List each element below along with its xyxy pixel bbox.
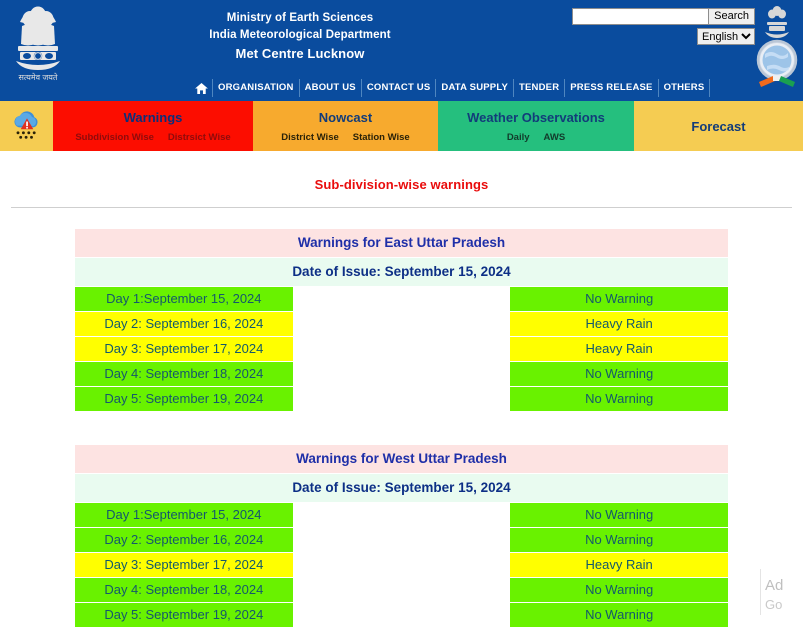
table-header-row: Warnings for West Uttar Pradesh bbox=[75, 445, 728, 473]
tab-warnings[interactable]: Warnings Subdivision Wise Distrsict Wise bbox=[53, 101, 253, 151]
warning-label: No Warning bbox=[510, 503, 728, 527]
nav-item-others[interactable]: OTHERS bbox=[659, 79, 711, 97]
day-label: Day 2: September 16, 2024 bbox=[75, 312, 293, 336]
table-date-row: Date of Issue: September 15, 2024 bbox=[75, 258, 728, 286]
nav-item-tender[interactable]: TENDER bbox=[514, 79, 566, 97]
tab-nowcast[interactable]: Nowcast District Wise Station Wise bbox=[253, 101, 438, 151]
top-navigation: ORGANISATION ABOUT US CONTACT US DATA SU… bbox=[190, 78, 711, 98]
warning-cloud-icon bbox=[0, 101, 53, 151]
column-separator bbox=[292, 603, 511, 627]
day-label: Day 3: September 17, 2024 bbox=[75, 553, 293, 577]
page-title: Sub-division-wise warnings bbox=[314, 177, 489, 192]
column-separator bbox=[292, 528, 511, 552]
table-row: Day 2: September 16, 2024 Heavy Rain bbox=[75, 312, 728, 336]
ad-frame[interactable]: Ad Go bbox=[760, 569, 803, 615]
tab-forecast-title: Forecast bbox=[691, 118, 746, 134]
column-separator bbox=[292, 337, 511, 361]
tab-weather-observations-sublinks: Daily AWS bbox=[507, 132, 565, 143]
table-row: Day 5: September 19, 2024 No Warning bbox=[75, 387, 728, 411]
tab-warnings-title: Warnings bbox=[123, 110, 183, 125]
title-divider bbox=[11, 207, 792, 208]
day-label: Day 5: September 19, 2024 bbox=[75, 387, 293, 411]
tab-nowcast-sublinks: District Wise Station Wise bbox=[281, 132, 409, 143]
ad-label-line2: Go bbox=[765, 597, 783, 612]
warning-label: Heavy Rain bbox=[510, 312, 728, 336]
day-label: Day 4: September 18, 2024 bbox=[75, 578, 293, 602]
section-tab-bar: Warnings Subdivision Wise Distrsict Wise… bbox=[0, 101, 803, 151]
tab-nowcast-title: Nowcast bbox=[318, 110, 373, 125]
warnings-table-west-uttar-pradesh: Warnings for West Uttar Pradesh Date of … bbox=[75, 444, 728, 628]
centre-name: Met Centre Lucknow bbox=[235, 46, 365, 61]
table-row: Day 4: September 18, 2024 No Warning bbox=[75, 362, 728, 386]
tab-observations-daily[interactable]: Daily bbox=[507, 132, 530, 143]
column-separator bbox=[292, 503, 511, 527]
tab-warnings-district-wise[interactable]: Distrsict Wise bbox=[168, 132, 231, 143]
table-date-row: Date of Issue: September 15, 2024 bbox=[75, 474, 728, 502]
nav-item-data-supply[interactable]: DATA SUPPLY bbox=[436, 79, 514, 97]
tab-weather-observations[interactable]: Weather Observations Daily AWS bbox=[438, 101, 634, 151]
table-row: Day 1:September 15, 2024 No Warning bbox=[75, 287, 728, 311]
date-of-issue: Date of Issue: September 15, 2024 bbox=[75, 258, 728, 286]
table-row: Day 1:September 15, 2024 No Warning bbox=[75, 503, 728, 527]
search-input[interactable] bbox=[572, 8, 710, 25]
search-row: Search bbox=[572, 8, 755, 25]
nav-item-contact-us[interactable]: CONTACT US bbox=[362, 79, 437, 97]
table-row: Day 4: September 18, 2024 No Warning bbox=[75, 578, 728, 602]
national-emblem-ashoka-icon: सत्यमेव जयते bbox=[8, 2, 68, 92]
column-separator bbox=[292, 362, 511, 386]
column-separator bbox=[292, 553, 511, 577]
imd-logo-icon bbox=[755, 2, 799, 97]
day-label: Day 4: September 18, 2024 bbox=[75, 362, 293, 386]
warning-label: No Warning bbox=[510, 603, 728, 627]
tab-observations-aws[interactable]: AWS bbox=[544, 132, 566, 143]
day-label: Day 5: September 19, 2024 bbox=[75, 603, 293, 627]
warning-label: No Warning bbox=[510, 578, 728, 602]
home-icon[interactable] bbox=[190, 79, 213, 97]
nav-item-organisation[interactable]: ORGANISATION bbox=[213, 79, 300, 97]
warning-label: No Warning bbox=[510, 387, 728, 411]
warning-label: No Warning bbox=[510, 362, 728, 386]
search-button[interactable]: Search bbox=[709, 8, 755, 25]
table-row: Day 2: September 16, 2024 No Warning bbox=[75, 528, 728, 552]
tab-forecast[interactable]: Forecast bbox=[634, 101, 803, 151]
warning-label: No Warning bbox=[510, 528, 728, 552]
site-header: सत्यमेव जयते Ministry of Earth Sciences … bbox=[0, 0, 803, 101]
date-of-issue: Date of Issue: September 15, 2024 bbox=[75, 474, 728, 502]
tab-warnings-sublinks: Subdivision Wise Distrsict Wise bbox=[75, 132, 230, 143]
table-title: Warnings for West Uttar Pradesh bbox=[75, 445, 728, 473]
tab-warnings-subdivision-wise[interactable]: Subdivision Wise bbox=[75, 132, 154, 143]
column-separator bbox=[292, 387, 511, 411]
warnings-table-east-uttar-pradesh: Warnings for East Uttar Pradesh Date of … bbox=[75, 228, 728, 412]
warning-label: Heavy Rain bbox=[510, 553, 728, 577]
table-row: Day 5: September 19, 2024 No Warning bbox=[75, 603, 728, 627]
table-title: Warnings for East Uttar Pradesh bbox=[75, 229, 728, 257]
ad-label-line1: Ad bbox=[765, 577, 784, 594]
tab-nowcast-station-wise[interactable]: Station Wise bbox=[353, 132, 410, 143]
tab-weather-observations-title: Weather Observations bbox=[467, 110, 605, 125]
org-titles: Ministry of Earth Sciences India Meteoro… bbox=[110, 10, 490, 63]
nav-item-press-release[interactable]: PRESS RELEASE bbox=[565, 79, 659, 97]
warning-label: No Warning bbox=[510, 287, 728, 311]
column-separator bbox=[292, 312, 511, 336]
warning-label: Heavy Rain bbox=[510, 337, 728, 361]
day-label: Day 2: September 16, 2024 bbox=[75, 528, 293, 552]
column-separator bbox=[292, 287, 511, 311]
tab-nowcast-district-wise[interactable]: District Wise bbox=[281, 132, 338, 143]
column-separator bbox=[292, 578, 511, 602]
day-label: Day 3: September 17, 2024 bbox=[75, 337, 293, 361]
table-row: Day 3: September 17, 2024 Heavy Rain bbox=[75, 337, 728, 361]
search-area: Search English bbox=[572, 8, 755, 45]
language-select[interactable]: English bbox=[697, 28, 755, 45]
svg-text:सत्यमेव जयते: सत्यमेव जयते bbox=[19, 72, 58, 82]
day-label: Day 1:September 15, 2024 bbox=[75, 503, 293, 527]
ministry-name: Ministry of Earth Sciences bbox=[226, 12, 374, 24]
table-header-row: Warnings for East Uttar Pradesh bbox=[75, 229, 728, 257]
day-label: Day 1:September 15, 2024 bbox=[75, 287, 293, 311]
department-name: India Meteorological Department bbox=[209, 29, 391, 41]
nav-item-about-us[interactable]: ABOUT US bbox=[300, 79, 362, 97]
table-row: Day 3: September 17, 2024 Heavy Rain bbox=[75, 553, 728, 577]
